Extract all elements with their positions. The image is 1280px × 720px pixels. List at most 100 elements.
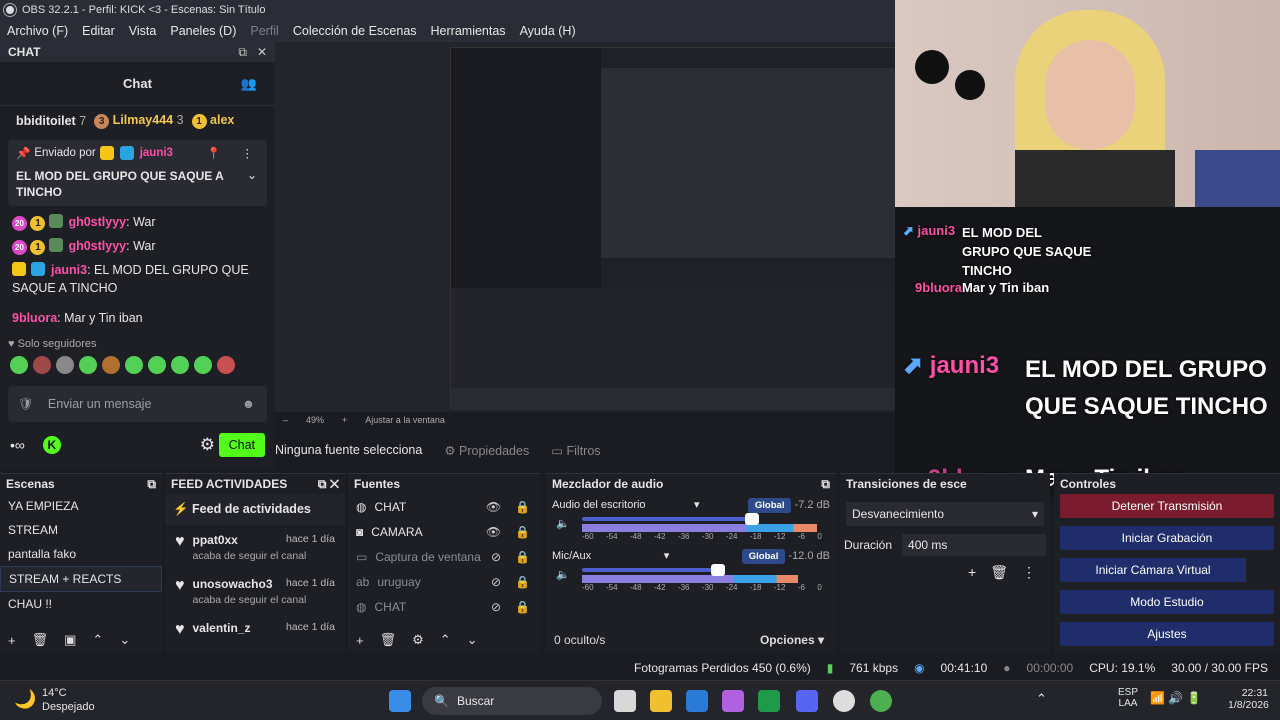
add-icon[interactable]: + [356,633,364,648]
menu-ayuda[interactable]: Ayuda (H) [513,24,583,38]
menu-vista[interactable]: Vista [122,24,164,38]
task-view-icon[interactable] [614,690,636,712]
source-item[interactable]: ◙ CAMARA 👁 🔒 [348,519,540,544]
menu-perfil[interactable]: Perfil [243,24,285,38]
visibility-icon[interactable]: ⊘ [491,550,501,564]
feed-item[interactable]: ♥ ppat0xx acaba de seguir el canal hace 1 d… [165,525,345,569]
emote-bar[interactable] [0,352,275,378]
menu-editar[interactable]: Editar [75,24,122,38]
transition-select[interactable]: Desvanecimiento ▾ [846,502,1044,526]
global-button[interactable]: Global [741,548,786,564]
scene-item[interactable]: STREAM + REACTS [0,566,162,592]
badge-icon [119,146,134,160]
down-icon[interactable]: ⌄ [467,632,478,648]
scene-item[interactable]: YA EMPIEZA [0,494,162,518]
up-icon[interactable]: ⌃ [440,632,451,648]
wifi-icon[interactable]: 📶 🔊 🔋 [1150,691,1202,705]
menu-paneles[interactable]: Paneles (D) [163,24,243,38]
lock-icon[interactable]: 🔒 [515,525,530,539]
close-icon[interactable]: ✕ [330,477,339,491]
emoji-icon[interactable]: ☻ [242,397,255,411]
source-item[interactable]: ▭ Captura de ventana ⊘ 🔒 [348,544,540,569]
volume-slider[interactable] [582,564,726,576]
float-icon[interactable]: ⧉ [147,477,156,492]
copilot-icon[interactable] [722,690,744,712]
speaker-icon[interactable]: 🔈 [556,517,570,530]
tick-label: -36 [677,583,690,592]
add-icon[interactable]: + [8,633,16,648]
lock-icon[interactable]: 🔒 [515,575,530,589]
menu-coleccion[interactable]: Colección de Escenas [286,24,424,38]
menu-herramientas[interactable]: Herramientas [424,24,513,38]
filter-icon[interactable]: ▣ [64,632,76,648]
chrome-icon[interactable] [870,690,892,712]
float-icon[interactable]: ⧉ [238,45,247,60]
trash-icon[interactable]: 🗑 [380,632,397,648]
trash-icon[interactable]: 🗑 [990,564,1008,581]
chevron-down-icon[interactable]: ⌄ [247,168,257,182]
scene-item[interactable]: pantalla fako [0,542,162,566]
menu-archivo[interactable]: Archivo (F) [0,24,75,38]
emote-icon [56,356,74,374]
more-icon[interactable]: ⋮ [242,146,254,160]
obs-icon[interactable] [833,690,855,712]
speaker-icon[interactable]: 🔈 [556,568,570,581]
zoom-out-button[interactable]: – [283,415,288,425]
channel-menu-icon[interactable]: ▾ [694,498,700,511]
visibility-icon[interactable]: 👁 [486,525,501,539]
discord-icon[interactable] [796,690,818,712]
studio-mode-button[interactable]: Modo Estudio [1060,590,1274,614]
fit-window-select[interactable]: Ajustar a la ventana [365,415,445,425]
feed-item[interactable]: ♥ unosowacho3 acaba de seguir el canal hace… [165,569,345,613]
source-item[interactable]: ◍ CHAT 👁 🔒 [348,494,540,519]
visibility-icon[interactable]: ⊘ [491,575,501,589]
volume-slider[interactable] [582,513,759,525]
source-item[interactable]: ◍ CHAT ⊘ 🔒 [348,594,540,619]
stop-stream-button[interactable]: Detener Transmisión [1060,494,1274,518]
source-item[interactable]: ab uruguay ⊘ 🔒 [348,569,540,594]
float-icon[interactable]: ⧉ [821,477,830,492]
excel-icon[interactable] [758,690,780,712]
zoom-in-button[interactable]: + [342,415,347,425]
properties-button[interactable]: ⚙ Propiedades [444,443,529,458]
feed-header: ⚡ Feed de actividades [165,494,345,525]
infinity-icon[interactable]: •∞ [10,437,25,453]
options-button[interactable]: Opciones ▾ [760,633,824,647]
lock-icon[interactable]: 🔒 [515,500,530,514]
gear-icon[interactable]: ⚙ [200,435,215,455]
windows-start-icon[interactable] [389,690,411,712]
filters-button[interactable]: ▭ Filtros [551,443,600,458]
folder-icon[interactable] [650,690,672,712]
settings-button[interactable]: Ajustes [1060,622,1274,646]
chat-send-button[interactable]: Chat [218,433,265,457]
trash-icon[interactable]: 🗑 [32,632,49,648]
up-icon[interactable]: ⌃ [92,632,103,648]
taskbar-search[interactable]: 🔍 Buscar [422,687,602,715]
start-recording-button[interactable]: Iniciar Grabación [1060,526,1274,550]
kick-logo-icon[interactable]: K [42,436,61,454]
chat-input[interactable]: 🛡 Enviar un mensaje ☻ [8,386,267,422]
scene-item[interactable]: STREAM [0,518,162,542]
tick-label: -60 [582,583,594,592]
close-icon[interactable]: ✕ [257,45,267,60]
visibility-icon[interactable]: ⊘ [491,600,501,614]
unpin-icon[interactable]: 📍 [207,146,221,160]
lock-icon[interactable]: 🔒 [515,600,530,614]
visibility-icon[interactable]: 👁 [486,500,501,514]
scene-item[interactable]: CHAU !! [0,592,162,616]
duration-input[interactable]: 400 ms [902,534,1046,556]
more-icon[interactable]: ⋮ [1022,564,1036,581]
gear-icon[interactable]: ⚙ [412,632,424,648]
add-icon[interactable]: + [968,564,976,581]
global-button[interactable]: Global [747,497,792,513]
down-icon[interactable]: ⌄ [119,632,130,648]
avatar [48,214,63,228]
feed-item[interactable]: ♥ valentin_z hace 1 día [165,613,345,657]
lock-icon[interactable]: 🔒 [515,550,530,564]
float-icon[interactable]: ⧉ [318,477,327,491]
word-icon[interactable] [686,690,708,712]
chevron-up-icon[interactable]: ⌃ [1036,691,1047,707]
virtual-camera-button[interactable]: Iniciar Cámara Virtual [1060,558,1246,582]
channel-menu-icon[interactable]: ▾ [664,549,670,562]
user-settings-icon[interactable]: 👥 [241,76,257,92]
